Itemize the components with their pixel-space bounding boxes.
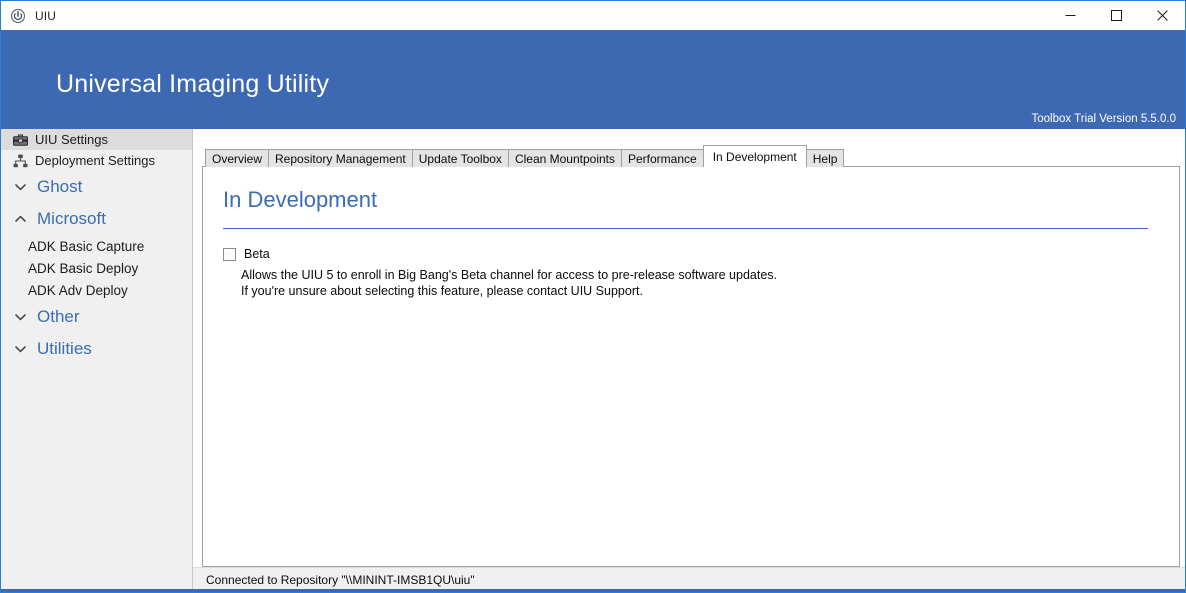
window-controls [1047, 1, 1185, 30]
sidebar-item-label: UIU Settings [35, 132, 108, 147]
maximize-icon [1110, 10, 1122, 21]
maximize-button[interactable] [1093, 1, 1139, 30]
sidebar-child-label: ADK Basic Capture [28, 238, 145, 254]
sidebar-group-label: Utilities [37, 339, 92, 358]
power-button-icon [10, 8, 26, 24]
tab-in-development[interactable]: In Development [702, 145, 807, 167]
sidebar-group-ghost[interactable]: Ghost [1, 171, 192, 203]
chevron-down-icon [12, 341, 28, 357]
tab-repository-management[interactable]: Repository Management [268, 149, 413, 167]
sidebar: UIU Settings Deployment Settings Ghost M… [1, 129, 193, 592]
application-window: UIU Universal Imaging Utility Toolbox Tr… [0, 0, 1186, 593]
sidebar-item-uiu-settings[interactable]: UIU Settings [1, 129, 192, 150]
tab-bar: Overview Repository Management Update To… [205, 145, 845, 167]
close-icon [1156, 10, 1168, 21]
sidebar-item-adk-basic-deploy[interactable]: ADK Basic Deploy [1, 257, 192, 279]
sidebar-child-label: ADK Adv Deploy [28, 282, 128, 298]
toolbox-icon [12, 132, 28, 148]
sidebar-item-adk-basic-capture[interactable]: ADK Basic Capture [1, 235, 192, 257]
chevron-up-icon [12, 211, 28, 227]
minimize-icon [1065, 15, 1075, 16]
sidebar-item-label: Deployment Settings [35, 153, 155, 168]
heading-divider [223, 228, 1148, 229]
window-title: UIU [35, 8, 56, 23]
sidebar-group-label: Ghost [37, 177, 83, 196]
beta-description-line-2: If you're unsure about selecting this fe… [241, 284, 643, 298]
tab-performance[interactable]: Performance [621, 149, 704, 167]
sidebar-item-adk-adv-deploy[interactable]: ADK Adv Deploy [1, 279, 192, 301]
sidebar-group-utilities[interactable]: Utilities [1, 333, 192, 365]
hierarchy-icon [12, 153, 28, 169]
status-text: Connected to Repository "\\MININT-IMSB1Q… [206, 573, 475, 587]
title-bar: UIU [1, 1, 1185, 30]
tab-help[interactable]: Help [805, 149, 845, 167]
tab-update-toolbox[interactable]: Update Toolbox [411, 149, 509, 167]
beta-description-line-1: Allows the UIU 5 to enroll in Big Bang's… [241, 268, 778, 282]
sidebar-group-label: Microsoft [37, 209, 106, 228]
sidebar-child-label: ADK Basic Deploy [28, 260, 139, 276]
tab-content-panel: In Development Beta Allows the UIU 5 to … [202, 166, 1180, 567]
page-title: In Development [223, 187, 378, 212]
tab-clean-mountpoints[interactable]: Clean Mountpoints [507, 149, 622, 167]
tab-overview[interactable]: Overview [205, 149, 270, 167]
chevron-down-icon [12, 309, 28, 325]
sidebar-group-label: Other [37, 307, 80, 326]
beta-checkbox-label: Beta [244, 247, 270, 261]
app-title: Universal Imaging Utility [56, 70, 330, 98]
sidebar-group-other[interactable]: Other [1, 301, 192, 333]
beta-description: Allows the UIU 5 to enroll in Big Bang's… [241, 267, 777, 299]
close-button[interactable] [1139, 1, 1185, 30]
sidebar-item-deployment-settings[interactable]: Deployment Settings [1, 150, 192, 171]
beta-checkbox[interactable] [223, 247, 236, 261]
chevron-down-icon [12, 179, 28, 195]
minimize-button[interactable] [1047, 1, 1093, 30]
beta-checkbox-row[interactable]: Beta [223, 247, 270, 261]
window-bottom-edge [1, 589, 1185, 592]
sidebar-group-microsoft[interactable]: Microsoft [1, 203, 192, 235]
app-header: Universal Imaging Utility Toolbox Trial … [1, 30, 1185, 129]
version-label: Toolbox Trial Version 5.5.0.0 [1031, 113, 1176, 125]
